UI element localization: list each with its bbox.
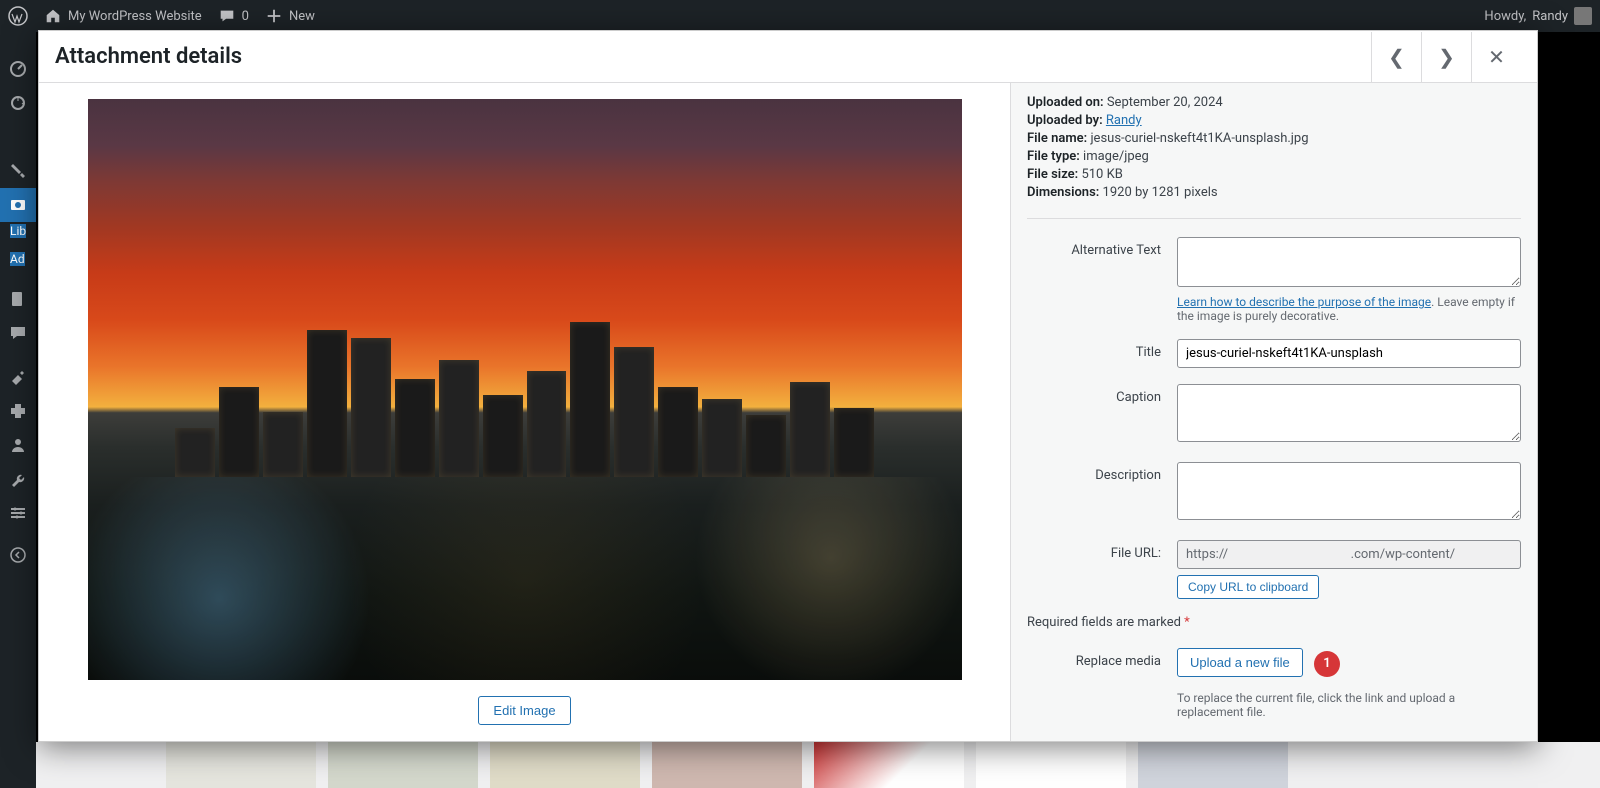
new-label: New xyxy=(289,9,315,24)
new-content-link[interactable]: New xyxy=(265,7,315,25)
close-icon: ✕ xyxy=(1488,45,1505,69)
sidebar-item-updates[interactable] xyxy=(0,86,36,120)
uploaded-on-row: Uploaded on: September 20, 2024 xyxy=(1027,95,1521,110)
sidebar-item-tools[interactable] xyxy=(0,462,36,496)
close-modal-button[interactable]: ✕ xyxy=(1471,32,1521,82)
alt-text-help-link[interactable]: Learn how to describe the purpose of the… xyxy=(1177,295,1431,309)
media-thumb xyxy=(652,742,802,788)
uploaded-by-row: Uploaded by: Randy xyxy=(1027,113,1521,128)
sidebar-item-dashboard[interactable] xyxy=(0,52,36,86)
fileurl-input[interactable] xyxy=(1177,540,1521,569)
uploaded-by-link[interactable]: Randy xyxy=(1106,113,1142,128)
site-name-link[interactable]: My WordPress Website xyxy=(44,7,202,25)
media-thumb xyxy=(490,742,640,788)
annotation-badge: 1 xyxy=(1314,651,1340,677)
comments-link[interactable]: 0 xyxy=(218,7,249,25)
plus-icon xyxy=(265,7,283,25)
sidebar-sub-add[interactable]: Ad xyxy=(10,252,25,266)
media-thumb xyxy=(1138,742,1288,788)
media-thumb xyxy=(976,742,1126,788)
sidebar-item-appearance[interactable] xyxy=(0,360,36,394)
media-thumb xyxy=(166,742,316,788)
description-input[interactable] xyxy=(1177,462,1521,520)
modal-header: Attachment details ❮ ❯ ✕ xyxy=(39,31,1537,83)
user-account-link[interactable]: Howdy, Randy xyxy=(1484,7,1592,25)
prev-attachment-button[interactable]: ❮ xyxy=(1371,32,1421,82)
filename-row: File name: jesus-curiel-nskeft4t1KA-unsp… xyxy=(1027,131,1521,146)
attachment-details-modal: Attachment details ❮ ❯ ✕ xyxy=(38,30,1538,742)
chevron-left-icon: ❮ xyxy=(1388,45,1405,69)
required-fields-note: Required fields are marked * xyxy=(1027,615,1521,630)
dimensions-row: Dimensions: 1920 by 1281 pixels xyxy=(1027,185,1521,200)
attachment-image-preview xyxy=(88,99,962,680)
sidebar-item-pages[interactable] xyxy=(0,282,36,316)
replace-media-help: To replace the current file, click the l… xyxy=(1177,691,1521,719)
next-attachment-button[interactable]: ❯ xyxy=(1421,32,1471,82)
avatar xyxy=(1574,7,1592,25)
divider xyxy=(1027,218,1521,219)
filetype-row: File type: image/jpeg xyxy=(1027,149,1521,164)
caption-input[interactable] xyxy=(1177,384,1521,442)
description-label: Description xyxy=(1027,462,1177,483)
copy-url-button[interactable]: Copy URL to clipboard xyxy=(1177,575,1319,599)
filesize-row: File size: 510 KB xyxy=(1027,167,1521,182)
home-icon xyxy=(44,7,62,25)
wp-logo-icon[interactable] xyxy=(8,6,28,26)
comment-icon xyxy=(218,7,236,25)
sidebar-item-users[interactable] xyxy=(0,428,36,462)
sidebar-item-comments[interactable] xyxy=(0,316,36,350)
admin-bar: My WordPress Website 0 New Howdy, Randy xyxy=(0,0,1600,32)
sidebar-item-settings[interactable] xyxy=(0,496,36,530)
site-title: My WordPress Website xyxy=(68,9,202,24)
media-thumb xyxy=(814,742,964,788)
alt-text-help: Learn how to describe the purpose of the… xyxy=(1177,295,1521,323)
title-label: Title xyxy=(1027,339,1177,360)
howdy-prefix: Howdy, xyxy=(1484,9,1526,24)
replace-media-label: Replace media xyxy=(1027,648,1177,669)
sidebar-sub-library[interactable]: Lib xyxy=(10,224,26,238)
title-input[interactable] xyxy=(1177,339,1521,368)
attachment-details-sidebar: Uploaded on: September 20, 2024 Uploaded… xyxy=(1010,83,1537,741)
comments-count: 0 xyxy=(242,9,249,24)
modal-title: Attachment details xyxy=(55,44,242,69)
sidebar-item-plugins[interactable] xyxy=(0,394,36,428)
media-thumb xyxy=(328,742,478,788)
sidebar-item-collapse[interactable] xyxy=(0,538,36,572)
upload-new-file-button[interactable]: Upload a new file xyxy=(1177,648,1303,677)
admin-sidebar: Lib Ad xyxy=(0,32,36,788)
media-preview-pane: Edit Image xyxy=(39,83,1010,741)
chevron-right-icon: ❯ xyxy=(1438,45,1455,69)
sidebar-item-media[interactable] xyxy=(0,188,36,222)
media-grid-background xyxy=(36,742,1600,788)
user-name: Randy xyxy=(1532,9,1568,24)
fileurl-label: File URL: xyxy=(1027,540,1177,561)
alt-text-label: Alternative Text xyxy=(1027,237,1177,258)
alt-text-input[interactable] xyxy=(1177,237,1521,287)
edit-image-button[interactable]: Edit Image xyxy=(478,696,570,725)
sidebar-item-posts[interactable] xyxy=(0,154,36,188)
caption-label: Caption xyxy=(1027,384,1177,405)
